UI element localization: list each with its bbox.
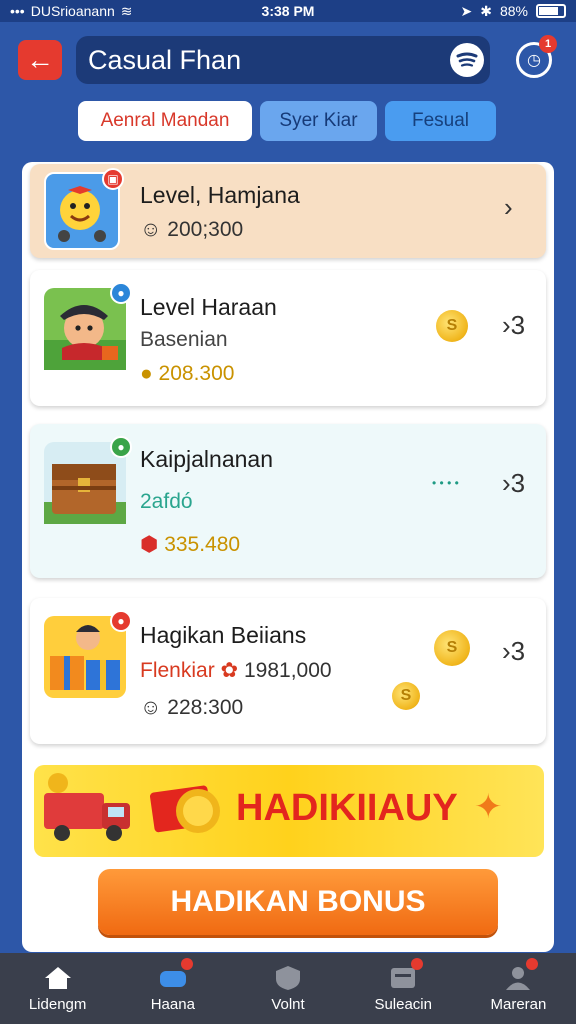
bluetooth-icon: ✱ [480, 2, 492, 19]
tab-fesual[interactable]: Fesual [385, 101, 496, 141]
list-item[interactable]: ● Hagikan Beiians Flenkiar ✿ 1981,000 ☺ … [30, 598, 546, 744]
nav-label: Haana [150, 996, 195, 1013]
notification-button[interactable]: ◷ 1 [516, 35, 557, 78]
home-icon [42, 964, 74, 992]
bottom-nav: Lidengm Haana Volnt Suleacin Mareran [0, 953, 576, 1024]
nav-label: Suleacin [374, 996, 432, 1013]
chest-thumbnail: ● [44, 436, 132, 524]
smiley-icon: ☺ [140, 696, 162, 719]
spotify-button[interactable] [450, 43, 484, 77]
card-score: ☺ 200;300 [140, 218, 243, 242]
nav-item-home[interactable]: Lidengm [0, 953, 115, 1024]
app-header: ← Casual Fhan ◷ 1 [0, 22, 576, 92]
card-title: Level, Hamjana [140, 182, 300, 208]
clock-icon: ◷ [527, 52, 541, 69]
chevron-right-icon: ›3 [502, 636, 526, 666]
list-item[interactable]: ● Kaipjalnanan 2afdó ⬢ 335.480 • • • • ›… [30, 424, 546, 578]
battery-percent: 88% [499, 3, 528, 19]
card-score-value: 228:300 [167, 696, 244, 719]
inbox-icon [387, 958, 424, 992]
arrow-left-icon: ← [26, 44, 54, 75]
card-gems: ⬢ 335.480 [140, 532, 240, 557]
sparkle-icon: ✦ [474, 788, 503, 826]
gamepad-icon [157, 958, 193, 992]
card-reward-label: Flenkiar [140, 659, 215, 682]
truck-icon [44, 773, 130, 841]
card-coins-value: 208.300 [158, 362, 235, 385]
tab-syer-kiar[interactable]: Syer Kiar [260, 101, 377, 141]
gift-thumbnail: ● [44, 610, 132, 698]
banner-title: HADIKIIAUY [236, 787, 458, 829]
card-badge: ● [110, 610, 132, 632]
nav-badge [180, 958, 193, 970]
nav-item-mareran[interactable]: Mareran [461, 953, 576, 1024]
more-dots-icon: • • • • [432, 476, 459, 490]
chevron-right-icon: ›3 [502, 310, 526, 340]
back-button[interactable]: ← [18, 40, 62, 80]
gem-icon: ⬢ [140, 533, 159, 556]
page-title: Casual Fhan [88, 44, 242, 75]
chevron-right-icon: › [504, 192, 513, 222]
card-gems-value: 335.480 [164, 533, 241, 556]
status-bar: ••• DUSrioanann ≋ 3:38 PM ➤ ✱ 88% [0, 0, 576, 22]
nav-item-suleacin[interactable]: Suleacin [346, 953, 461, 1024]
bonus-button[interactable]: HADIKAN BONUS [98, 869, 498, 935]
title-bar: Casual Fhan [76, 36, 490, 84]
shield-icon [272, 964, 304, 992]
location-icon: ➤ [460, 2, 473, 19]
card-reward: Flenkiar ✿ 1981,000 [140, 658, 332, 683]
nav-label: Mareran [490, 996, 547, 1013]
gift-icon: ✿ [220, 659, 239, 682]
list-item[interactable]: ● Level Haraan Basenian ● 208.300 S ›3 [30, 270, 546, 406]
nav-label: Volnt [271, 996, 305, 1013]
ticket-coin-icon [150, 785, 220, 833]
nav-item-haana[interactable]: Haana [115, 953, 230, 1024]
profile-icon [502, 958, 539, 992]
coin-icon: S [434, 630, 470, 666]
coin-icon: S [436, 310, 468, 342]
card-coins: ● 208.300 [140, 362, 234, 386]
card-score: ☺ 228:300 [140, 696, 243, 720]
tab-aenral-mandan[interactable]: Aenral Mandan [78, 101, 252, 141]
card-reward-value: 1981,000 [244, 659, 332, 682]
card-badge: ● [110, 436, 132, 458]
spotify-icon [456, 52, 478, 67]
nav-badge [526, 958, 539, 970]
character-thumbnail: ● [44, 282, 132, 370]
list-item[interactable]: ▣ Level, Hamjana ☺ 200;300 › [30, 164, 546, 258]
card-title: Hagikan Beiians [140, 622, 307, 648]
coin-icon: S [392, 682, 420, 710]
card-badge: ▣ [102, 168, 124, 190]
battery-icon [536, 4, 566, 18]
nav-label: Lidengm [28, 996, 87, 1013]
main-panel: ▣ Level, Hamjana ☺ 200;300 › ● Level Har… [22, 162, 554, 952]
nav-item-volnt[interactable]: Volnt [230, 953, 345, 1024]
card-score-value: 200;300 [167, 218, 244, 241]
smiley-icon: ☺ [140, 218, 162, 241]
card-title: Level Haraan [140, 294, 277, 320]
nav-badge [411, 958, 424, 970]
card-subtitle: Basenian [140, 328, 228, 351]
character-thumbnail: ▣ [44, 168, 124, 250]
card-title: Kaipjalnanan [140, 446, 274, 472]
tab-bar: Aenral Mandan Syer Kiar Fesual [0, 101, 576, 141]
chevron-right-icon: ›3 [502, 468, 526, 498]
card-subtitle: 2afdó [140, 490, 193, 513]
notification-badge: 1 [539, 35, 557, 53]
card-badge: ● [110, 282, 132, 304]
promo-banner[interactable]: HADIKIIAUY ✦ [34, 765, 544, 857]
coin-icon: ● [140, 362, 153, 385]
